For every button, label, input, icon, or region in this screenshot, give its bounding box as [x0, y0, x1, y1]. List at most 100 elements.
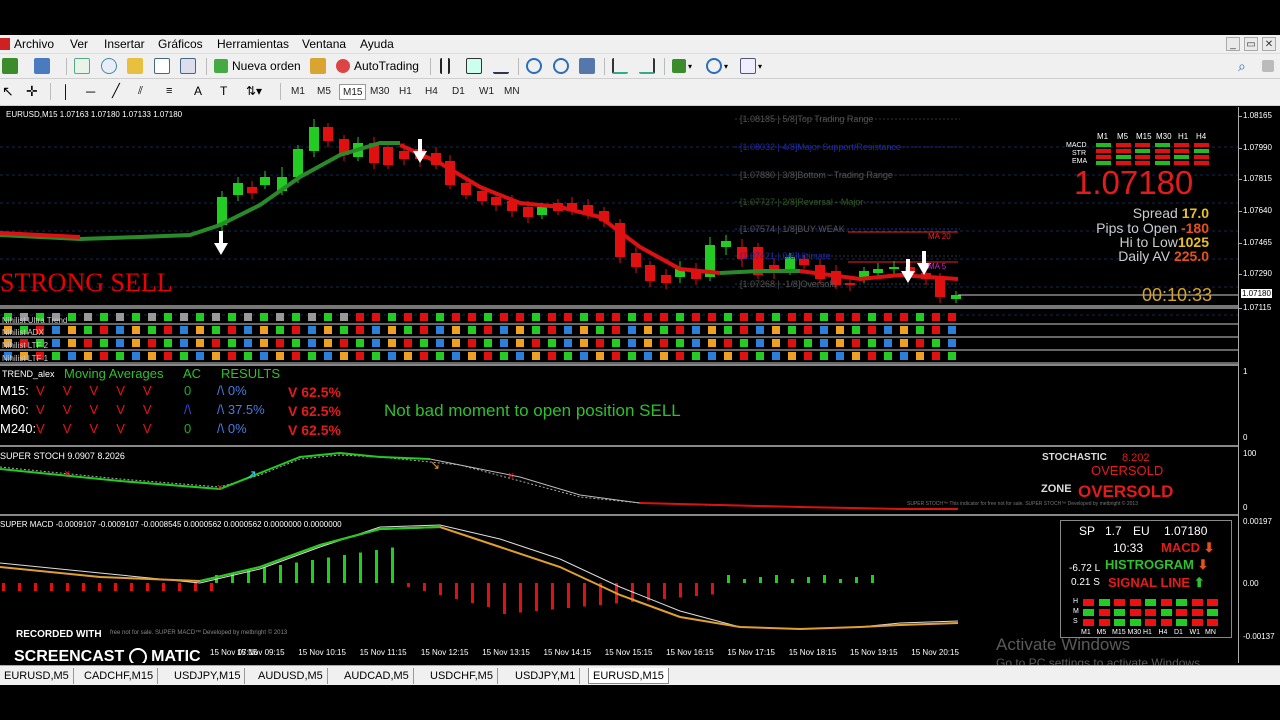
new-chart-icon[interactable]: [2, 56, 18, 76]
macd-histogram-bar: [807, 577, 810, 583]
new-order-button[interactable]: Nueva orden: [214, 56, 301, 76]
macd-title: SUPER MACD -0.0009107 -0.0009107 -0.0008…: [0, 520, 342, 529]
signal-square: [100, 313, 108, 321]
tf-mn[interactable]: MN: [501, 84, 523, 100]
signal-square: [772, 313, 780, 321]
menu-ver[interactable]: Ver: [70, 37, 88, 51]
minimize-icon[interactable]: _: [1226, 37, 1240, 51]
chart-tab[interactable]: USDJPY,M1: [511, 668, 581, 684]
tf-m15[interactable]: M15: [339, 84, 367, 100]
signal-square: [932, 352, 940, 360]
crosshair-icon[interactable]: ✛: [26, 81, 38, 101]
channel-icon[interactable]: ⫽: [138, 81, 143, 101]
signal-square: [564, 339, 572, 347]
bar-chart-icon[interactable]: [440, 56, 450, 76]
trend-header-ma: Moving Averages: [64, 366, 164, 381]
signal-square: [724, 339, 732, 347]
mtf-header: H1: [1178, 132, 1189, 141]
candles-icon[interactable]: [466, 56, 482, 76]
tf-w1[interactable]: W1: [476, 84, 497, 100]
macd-histogram-bar: [34, 583, 37, 591]
daily-value: 225.0: [1173, 248, 1209, 264]
ma5-label: MA 5: [928, 262, 947, 271]
signal-square: [452, 352, 460, 360]
candle-body: [233, 183, 243, 195]
macd-histogram-bar: [50, 583, 53, 591]
candle-body: [323, 127, 333, 141]
tile-windows-icon[interactable]: [579, 56, 595, 76]
market-watch-icon[interactable]: [74, 56, 90, 76]
templates-icon[interactable]: ▾: [740, 56, 762, 76]
chart-tab[interactable]: CADCHF,M15: [80, 668, 159, 684]
cursor-icon[interactable]: ↖: [2, 81, 14, 101]
tf-m1[interactable]: M1: [288, 84, 308, 100]
chart-tab[interactable]: USDJPY,M15: [170, 668, 246, 684]
zoom-out-icon[interactable]: [553, 56, 569, 76]
chart-window[interactable]: × × × ↗ ↘ EURUSD,M15 1.07163 1.07180 1.07133…: [0, 107, 1280, 663]
menu-insertar[interactable]: Insertar: [104, 37, 145, 51]
signal-square: [196, 313, 204, 321]
standard-toolbar: Nueva orden AutoTrading ▾ ▾ ▾ ⌕: [0, 54, 1280, 79]
signal-square: [724, 326, 732, 334]
text-icon[interactable]: A: [194, 81, 202, 101]
tester-icon[interactable]: [154, 56, 170, 76]
tf-h1[interactable]: H1: [396, 84, 415, 100]
indicators-icon[interactable]: ▾: [672, 56, 692, 76]
chart-tabs: EURUSD,M5 CADCHF,M15 USDJPY,M15 AUDUSD,M…: [0, 665, 1280, 685]
candle-body: [309, 127, 319, 151]
metaeditor-icon[interactable]: [310, 56, 326, 76]
chart-tab[interactable]: EURUSD,M5: [0, 668, 74, 684]
macd-histogram-bar: [695, 583, 698, 596]
signal-square: [756, 339, 764, 347]
menu-ventana[interactable]: Ventana: [302, 37, 346, 51]
label-icon[interactable]: T: [220, 81, 227, 101]
panel-eu-label: EU: [1133, 524, 1150, 538]
periods-icon[interactable]: ▾: [706, 56, 728, 76]
macd-histogram-bar: [679, 583, 682, 598]
signal-square: [564, 313, 572, 321]
auto-scroll-icon[interactable]: [612, 56, 628, 76]
signal-square: [708, 339, 716, 347]
menu-archivo[interactable]: Archivo: [14, 37, 54, 51]
macd-histogram-bar: [210, 583, 213, 591]
pane-divider: [0, 305, 1238, 309]
line-chart-icon[interactable]: [493, 56, 509, 76]
signal-square: [292, 326, 300, 334]
tf-d1[interactable]: D1: [449, 84, 468, 100]
menu-graficos[interactable]: Gráficos: [158, 37, 203, 51]
restore-icon[interactable]: ▭: [1244, 37, 1258, 51]
vertical-line-icon[interactable]: │: [62, 81, 70, 101]
chart-tab[interactable]: AUDUSD,M5: [254, 668, 328, 684]
chart-tab-active[interactable]: EURUSD,M15: [588, 668, 669, 684]
close-icon[interactable]: ✕: [1262, 37, 1276, 51]
profiles-icon[interactable]: [34, 56, 50, 76]
chart-tab[interactable]: USDCHF,M5: [426, 668, 498, 684]
signal-square: [116, 326, 124, 334]
zoom-in-icon[interactable]: [526, 56, 542, 76]
tf-m30[interactable]: M30: [367, 84, 392, 100]
tf-h4[interactable]: H4: [422, 84, 441, 100]
level-label: [1.07268 | -1/8]Oversold: [740, 279, 837, 289]
search-icon[interactable]: ⌕: [1238, 56, 1246, 76]
chart-tab[interactable]: AUDCAD,M5: [340, 668, 414, 684]
trendline-icon[interactable]: ╱: [112, 81, 120, 101]
menu-herramientas[interactable]: Herramientas: [217, 37, 289, 51]
navigator-icon[interactable]: [101, 56, 117, 76]
horizontal-line-icon[interactable]: ─: [86, 81, 95, 101]
arrows-icon[interactable]: ⇅▾: [246, 81, 262, 101]
terminal-icon[interactable]: [127, 56, 143, 76]
arrow-up-icon: ⬆: [1193, 575, 1205, 590]
macd-histogram-bar: [471, 583, 474, 603]
chart-shift-icon[interactable]: [639, 56, 655, 76]
signal-square: [132, 326, 140, 334]
menu-ayuda[interactable]: Ayuda: [360, 37, 394, 51]
signal-square: [932, 339, 940, 347]
tf-m5[interactable]: M5: [314, 84, 334, 100]
signal-square: [644, 326, 652, 334]
autotrading-button[interactable]: AutoTrading: [336, 56, 419, 76]
data-window-icon[interactable]: [180, 56, 196, 76]
price-scale[interactable]: 1.08165 1.07990 1.07815 1.07640 1.07465 …: [1237, 107, 1280, 663]
fibonacci-icon[interactable]: ≡: [166, 81, 172, 101]
community-icon[interactable]: [1262, 56, 1274, 76]
signal-square: [308, 339, 316, 347]
